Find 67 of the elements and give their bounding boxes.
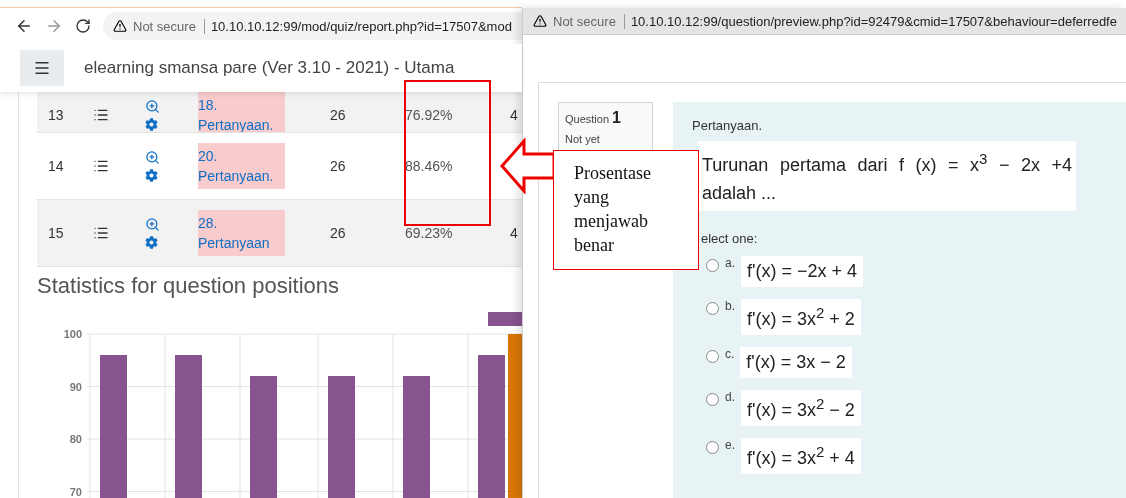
answer-formula: f'(x) = −2x + 4	[741, 256, 863, 287]
reload-icon	[75, 18, 91, 34]
option-letter: b.	[725, 299, 735, 313]
answer-formula: f'(x) = 3x$^{2}$ + 2	[741, 299, 861, 335]
option-letter: e.	[725, 438, 735, 452]
warning-icon	[113, 19, 127, 33]
question-name: Pertanyaan.	[692, 118, 763, 133]
answer-formula: f'(x) = 3x − 2	[740, 347, 852, 378]
reload-button[interactable]	[75, 18, 91, 34]
table-cell-text: 76.92%	[405, 107, 454, 123]
question-number: 1	[612, 109, 621, 126]
question-label: Question	[565, 113, 610, 125]
url-text: 10.10.10.12:99/question/preview.php?id=92479&cmid=17507&behaviour=deferredfe	[630, 13, 1117, 29]
axis-tick-label: 80	[69, 433, 82, 445]
settings-icon[interactable]	[145, 169, 158, 182]
list-icon[interactable]	[93, 107, 109, 123]
table-cell-text: 26	[330, 225, 347, 241]
axis-tick-label: 70	[69, 485, 82, 498]
settings-icon[interactable]	[145, 118, 158, 131]
question-link[interactable]: 20. Pertanyaan.	[198, 143, 285, 189]
address-bar[interactable]: Not secure 10.10.10.12:99/mod/quiz/report.php?id=17507&mod	[103, 12, 522, 40]
option-letter: c.	[725, 347, 735, 361]
list-icon[interactable]	[93, 225, 109, 241]
prompt-text: elect one:	[701, 231, 758, 246]
table-cell-text: 14	[47, 158, 65, 174]
radio-button[interactable]	[706, 393, 719, 406]
zoom-in-icon[interactable]	[145, 99, 160, 114]
site-title: elearning smansa pare (Ver 3.10 - 2021) - Utama	[84, 58, 455, 78]
option-letter: a.	[725, 256, 735, 270]
security-label: Not secure	[133, 18, 205, 34]
forward-button[interactable]	[45, 17, 63, 35]
axis-tick-label: 90	[69, 380, 82, 393]
radio-button[interactable]	[706, 259, 719, 272]
table-cell-text: 15	[47, 225, 65, 241]
warning-icon	[533, 14, 547, 28]
answer-formula: f'(x) = 3x$^{2}$ − 2	[741, 390, 861, 426]
radio-button[interactable]	[706, 350, 719, 363]
radio-button[interactable]	[706, 302, 719, 315]
question-link[interactable]: 28. Pertanyaan	[198, 210, 285, 256]
question-text: Turunan pertama dari f (x) = x$^{3}$ − 2x +4 adalah ...	[698, 141, 1076, 211]
callout-text: Prosentase yang menjawab benar	[553, 150, 699, 270]
settings-icon[interactable]	[145, 236, 158, 249]
forward-arrow-icon	[45, 17, 63, 35]
address-bar[interactable]: Not secure 10.10.10.12:99/question/preview.php?id=92479&cmid=17507&behaviour=deferredfe	[523, 8, 1126, 35]
zoom-in-icon[interactable]	[145, 150, 160, 165]
url-text: 10.10.10.12:99/mod/quiz/report.php?id=17507&mod	[210, 18, 512, 34]
zoom-in-icon[interactable]	[145, 217, 160, 232]
security-label: Not secure	[553, 13, 625, 29]
table-cell-text: 4	[510, 225, 519, 241]
legend-swatch	[488, 312, 522, 326]
table-cell-text: 69.23%	[405, 225, 454, 241]
table-cell-text: 26	[330, 107, 347, 123]
table-cell-text: 26	[330, 158, 347, 174]
back-button[interactable]	[15, 17, 33, 35]
table-cell-text: 4	[510, 107, 519, 123]
answer-formula: f'(x) = 3x$^{2}$ + 4	[741, 438, 861, 474]
axis-tick-label: 100	[63, 328, 82, 340]
menu-icon	[33, 59, 51, 77]
menu-button[interactable]	[20, 50, 64, 86]
section-heading: Statistics for question positions	[37, 271, 341, 300]
list-icon[interactable]	[93, 158, 109, 174]
option-letter: d.	[725, 390, 735, 404]
radio-button[interactable]	[706, 441, 719, 454]
table-cell-text: 13	[47, 107, 65, 123]
table-cell-text: 88.46%	[405, 158, 454, 174]
question-state: Not yet	[565, 133, 601, 145]
question-link[interactable]: 18. Pertanyaan.	[198, 92, 285, 132]
